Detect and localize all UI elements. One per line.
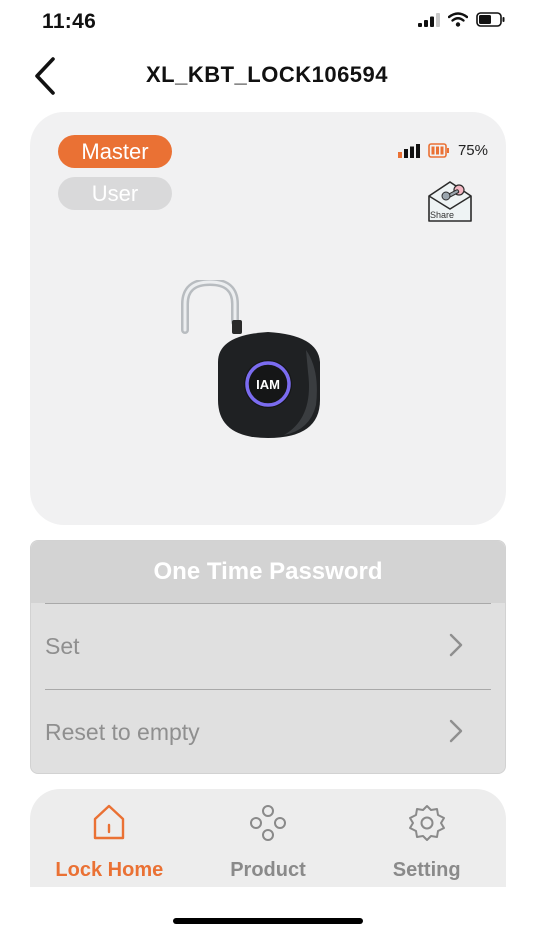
page-title: XL_KBT_LOCK106594 — [145, 62, 389, 87]
lock-status: 75% — [397, 142, 488, 159]
lock-badge-text: IAM — [256, 377, 280, 392]
tab-setting-label: Setting — [392, 859, 461, 881]
status-time: 11:46 — [42, 10, 97, 33]
otp-panel: One Time Password Set Reset to empty — [30, 540, 506, 774]
lock-battery-icon — [428, 143, 449, 158]
otp-set-label: Set — [45, 632, 80, 659]
tab-bar: Lock Home Product Setting — [30, 789, 506, 887]
padlock-image: IAM — [181, 280, 320, 438]
otp-reset-row[interactable]: Reset to empty — [31, 689, 505, 775]
status-icons — [418, 12, 506, 27]
tab-lock-home[interactable]: Lock Home — [30, 789, 189, 887]
chevron-right-icon — [449, 719, 463, 743]
otp-set-row[interactable]: Set — [31, 603, 505, 689]
home-icon — [94, 804, 125, 840]
nav-bar: XL_KBT_LOCK106594 — [0, 50, 534, 100]
otp-reset-label: Reset to empty — [45, 718, 200, 745]
battery-percent: 75% — [457, 142, 488, 159]
divider — [45, 689, 491, 690]
battery-icon — [476, 12, 505, 27]
tab-product[interactable]: Product — [189, 789, 348, 887]
user-role-button[interactable]: User — [58, 177, 172, 210]
lock-card: Master User 75% Share IAM — [30, 112, 506, 525]
share-button[interactable]: Share — [426, 178, 474, 224]
tab-setting[interactable]: Setting — [347, 789, 506, 887]
tab-lock-home-label: Lock Home — [55, 859, 164, 881]
master-role-button[interactable]: Master — [58, 135, 172, 168]
status-bar: 11:46 — [0, 0, 534, 44]
chevron-right-icon — [449, 633, 463, 657]
home-indicator — [173, 918, 363, 924]
cellular-signal-icon — [418, 12, 440, 27]
wifi-icon — [448, 12, 468, 27]
lock-signal-icon — [397, 143, 420, 158]
product-icon — [250, 805, 286, 841]
tab-product-label: Product — [230, 859, 306, 881]
otp-title: One Time Password — [31, 541, 505, 603]
share-label: Share — [430, 210, 455, 220]
gear-icon — [408, 805, 445, 841]
divider — [45, 603, 491, 604]
